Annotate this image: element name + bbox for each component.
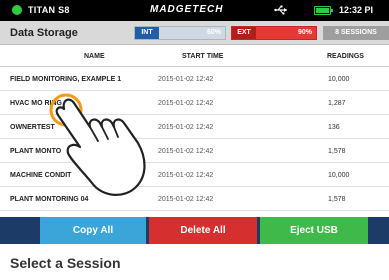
session-start-time: 2015-01-02 12:42 <box>158 148 214 155</box>
status-dot-icon <box>12 5 22 15</box>
page-title: Data Storage <box>10 27 78 39</box>
session-readings: 1,578 <box>328 196 346 203</box>
internal-storage-percent: 60% <box>206 29 221 36</box>
sessions-count-badge: 8 SESSIONS <box>323 26 389 40</box>
session-start-time: 2015-01-02 12:42 <box>158 196 214 203</box>
column-header-start-time: START TIME <box>182 53 224 60</box>
internal-storage-bar: INT 60% <box>134 26 226 40</box>
action-bar: Copy All Delete All Eject USB <box>0 217 389 244</box>
device-name: TITAN S8 <box>28 5 70 15</box>
session-readings: 10,000 <box>328 76 350 83</box>
usb-icon <box>274 5 287 15</box>
session-readings: 1,578 <box>328 148 346 155</box>
brand-logo: MADGETECH <box>150 4 224 15</box>
column-header-name: NAME <box>84 53 105 60</box>
session-start-time: 2015-01-02 12:42 <box>158 100 214 107</box>
session-start-time: 2015-01-02 12:42 <box>158 124 214 131</box>
external-storage-percent: 90% <box>297 29 312 36</box>
battery-icon <box>314 6 333 15</box>
pointing-hand-icon <box>49 93 146 196</box>
caption: Select a Session <box>10 255 121 271</box>
session-readings: 136 <box>328 124 340 131</box>
session-readings: 1,287 <box>328 100 346 107</box>
session-start-time: 2015-01-02 12:42 <box>158 76 214 83</box>
status-bar: TITAN S8 MADGETECH 12:32 PI <box>0 0 389 21</box>
clock: 12:32 PI <box>339 5 374 15</box>
delete-all-button[interactable]: Delete All <box>149 217 257 244</box>
copy-all-button[interactable]: Copy All <box>40 217 146 244</box>
device-screen: TITAN S8 MADGETECH 12:32 PI Data Storage… <box>0 0 389 244</box>
session-readings: 10,000 <box>328 172 350 179</box>
storage-header: Data Storage INT 60% EXT 90% 8 SESSIONS <box>0 21 389 45</box>
external-storage-label: EXT <box>232 27 256 39</box>
session-start-time: 2015-01-02 12:42 <box>158 172 214 179</box>
table-header: NAME START TIME READINGS <box>0 45 389 67</box>
external-storage-bar: EXT 90% <box>231 26 317 40</box>
session-name: FIELD MONITORING, EXAMPLE 1 <box>10 76 122 83</box>
eject-usb-button[interactable]: Eject USB <box>260 217 368 244</box>
column-header-readings: READINGS <box>327 53 364 60</box>
internal-storage-label: INT <box>135 27 159 39</box>
